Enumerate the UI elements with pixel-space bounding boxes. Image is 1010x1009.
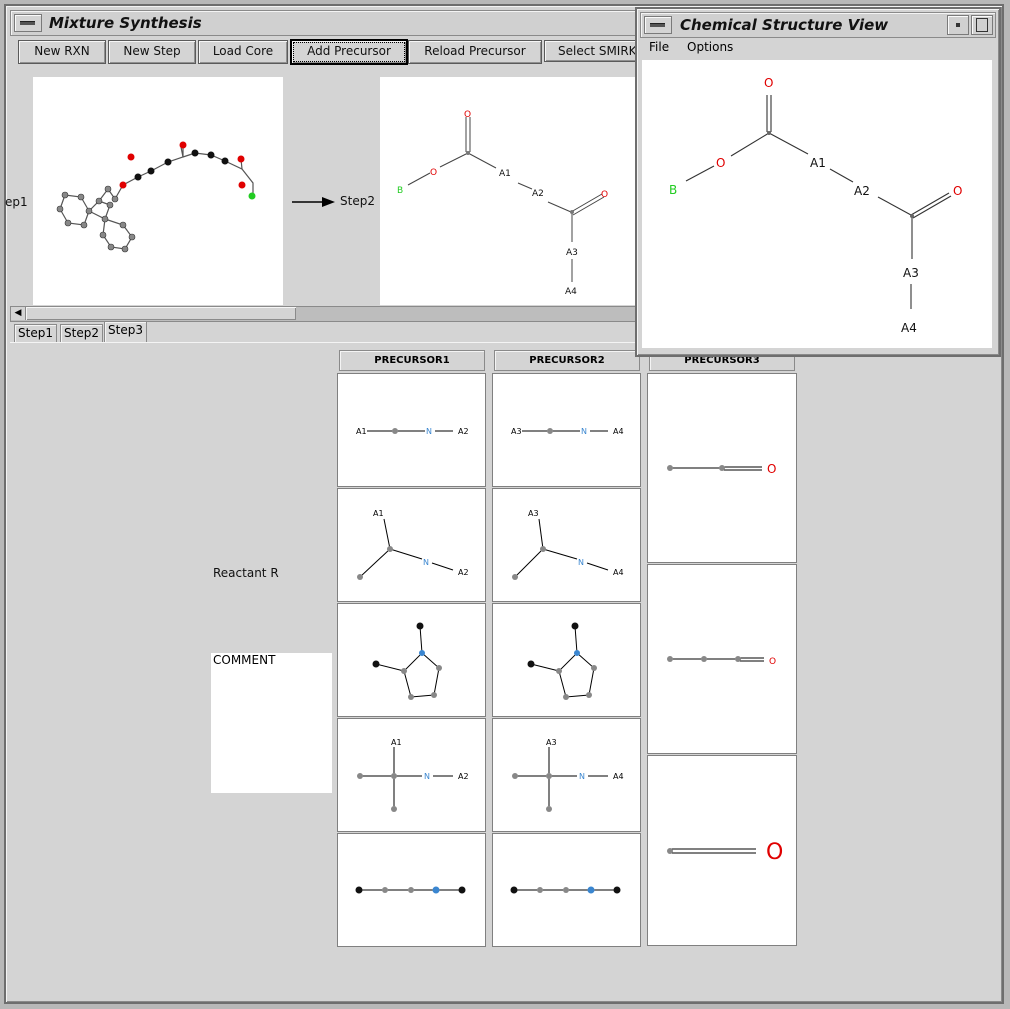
tab-step2[interactable]: Step2 — [60, 324, 103, 343]
p2c2-a4: A4 — [613, 568, 624, 577]
sv-atom-o2: O — [953, 184, 962, 198]
sv-atom-a4: A4 — [901, 321, 917, 335]
p1c4-a2: A2 — [458, 772, 469, 781]
reactant-r-label: Reactant R — [213, 566, 279, 580]
reload-precursor-button[interactable]: Reload Precursor — [408, 40, 542, 64]
p1c2-a2: A2 — [458, 568, 469, 577]
step2-atom-o1: O — [464, 110, 471, 120]
step2-molecule-drawing: O O B A1 A2 O A3 A4 — [397, 110, 608, 297]
step2-atom-o3: O — [601, 190, 608, 200]
sv-atom-b: B — [669, 183, 677, 197]
maximize-button-icon[interactable] — [971, 15, 993, 35]
comment-label: COMMENT — [213, 653, 276, 667]
p1c4-a1: A1 — [391, 738, 402, 747]
p1c1-n: N — [426, 427, 432, 436]
step2-atom-a1: A1 — [499, 169, 511, 179]
step2-atom-b: B — [397, 186, 403, 196]
p1c4-n: N — [424, 772, 430, 781]
precursor2-cell-1[interactable]: A3 N A4 — [492, 373, 641, 487]
step2-atom-a3: A3 — [566, 248, 578, 258]
p1c1-a1: A1 — [356, 427, 367, 436]
p2c4-a4: A4 — [613, 772, 624, 781]
p1c2-a1: A1 — [373, 509, 384, 518]
p1c1-a2: A2 — [458, 427, 469, 436]
step2-atom-o2: O — [430, 168, 437, 178]
p1c2-n: N — [423, 558, 429, 567]
p3c3-o: O — [766, 840, 783, 865]
sv-atom-a1: A1 — [810, 156, 826, 170]
select-smirks-button[interactable]: Select SMIRK — [544, 40, 640, 62]
precursor1-cell-2[interactable]: A1 N A2 — [337, 488, 486, 602]
p2c4-a3: A3 — [546, 738, 557, 747]
p2c1-a4: A4 — [613, 427, 624, 436]
window-menu-icon[interactable] — [14, 14, 42, 32]
structure-view-molecule-drawing: O O B A1 A2 O A3 A4 — [669, 76, 962, 335]
precursor3-cell-2[interactable]: O — [647, 564, 797, 754]
precursor2-header[interactable]: PRECURSOR2 — [494, 350, 640, 371]
new-rxn-button[interactable]: New RXN — [18, 40, 106, 64]
precursor2-cell-3[interactable] — [492, 603, 641, 717]
structure-view-titlebar[interactable]: Chemical Structure View — [640, 12, 996, 38]
precursor1-header[interactable]: PRECURSOR1 — [339, 350, 485, 371]
step2-structure-panel[interactable]: O O B A1 A2 O A3 A4 — [380, 77, 636, 305]
scroll-left-arrow-icon[interactable]: ◀ — [11, 307, 26, 320]
load-core-button[interactable]: Load Core — [198, 40, 288, 64]
step2-atom-a4: A4 — [565, 287, 577, 297]
step1-structure-panel[interactable] — [33, 77, 283, 305]
sv-atom-o1: O — [764, 76, 773, 90]
minimize-button-icon[interactable] — [947, 15, 969, 35]
step2-atom-a2: A2 — [532, 189, 544, 199]
scrollbar-thumb[interactable] — [26, 307, 296, 320]
p3c2-o: O — [769, 657, 776, 667]
p2c4-n: N — [579, 772, 585, 781]
new-step-button[interactable]: New Step — [108, 40, 196, 64]
p2c1-a3: A3 — [511, 427, 522, 436]
precursor1-cell-1[interactable]: A1 N A2 — [337, 373, 486, 487]
step1-label: ep1 — [5, 195, 28, 209]
reaction-arrow-icon — [292, 197, 335, 207]
precursor3-cell-3[interactable]: O — [647, 755, 797, 946]
p3c1-o: O — [767, 462, 776, 476]
p2c2-n: N — [578, 558, 584, 567]
precursor1-cell-4[interactable]: A1 N A2 — [337, 718, 486, 832]
structure-window-menu-icon[interactable] — [644, 16, 672, 34]
main-window-title: Mixture Synthesis — [49, 14, 202, 32]
structure-canvas[interactable]: O O B A1 A2 O A3 A4 — [642, 60, 992, 348]
precursor2-cell-2[interactable]: A3 N A4 — [492, 488, 641, 602]
step2-label: Step2 — [340, 194, 375, 208]
structure-window-title: Chemical Structure View — [680, 16, 889, 34]
p2c2-a3: A3 — [528, 509, 539, 518]
p2c1-n: N — [581, 427, 587, 436]
precursor3-cell-1[interactable]: O — [647, 373, 797, 563]
precursor2-cell-4[interactable]: A3 N A4 — [492, 718, 641, 832]
precursor1-cell-3[interactable] — [337, 603, 486, 717]
add-precursor-button[interactable]: Add Precursor — [290, 39, 408, 65]
menu-options[interactable]: Options — [687, 40, 733, 54]
sv-atom-a3: A3 — [903, 266, 919, 280]
precursor1-cell-5[interactable] — [337, 833, 486, 947]
comment-box[interactable]: COMMENT — [211, 653, 332, 793]
menu-file[interactable]: File — [649, 40, 669, 54]
precursor2-cell-5[interactable] — [492, 833, 641, 947]
sv-atom-a2: A2 — [854, 184, 870, 198]
tab-step1[interactable]: Step1 — [14, 324, 57, 343]
step1-molecule-drawing — [56, 141, 256, 253]
tab-step3[interactable]: Step3 — [104, 321, 147, 343]
sv-atom-o-ester: O — [716, 156, 725, 170]
